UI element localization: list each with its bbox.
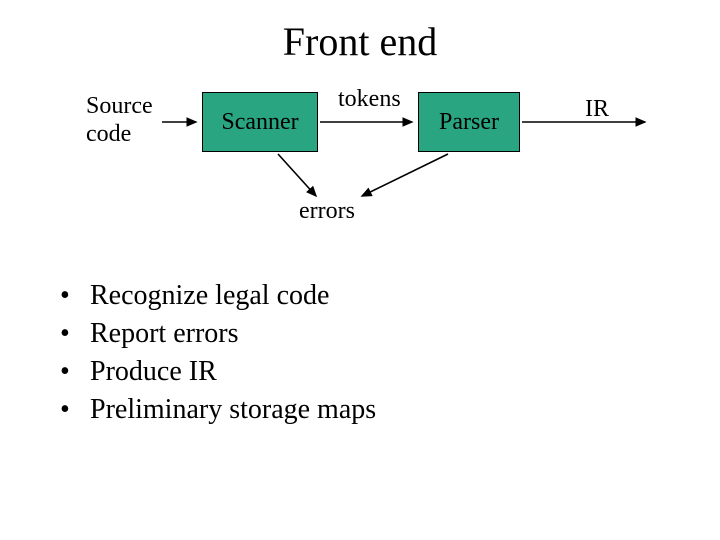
list-item: • Preliminary storage maps (60, 394, 376, 426)
errors-label: errors (299, 198, 355, 225)
list-item: • Recognize legal code (60, 280, 376, 312)
source-code-label-line1: Source (86, 93, 153, 121)
scanner-box: Scanner (202, 92, 318, 152)
slide-title: Front end (0, 18, 720, 65)
source-code-label: Source code (86, 93, 153, 148)
ir-label: IR (585, 96, 609, 123)
bullet-dot-icon: • (60, 394, 90, 426)
slide: Front end Source code Scanner tokens Par… (0, 0, 720, 540)
bullet-list: • Recognize legal code • Report errors •… (60, 280, 376, 432)
bullet-dot-icon: • (60, 356, 90, 388)
bullet-text: Produce IR (90, 356, 217, 388)
tokens-label: tokens (338, 86, 401, 113)
bullet-dot-icon: • (60, 280, 90, 312)
bullet-text: Preliminary storage maps (90, 394, 376, 426)
list-item: • Produce IR (60, 356, 376, 388)
arrow-scanner-to-errors (278, 154, 316, 196)
source-code-label-line2: code (86, 121, 153, 149)
bullet-dot-icon: • (60, 318, 90, 350)
scanner-box-label: Scanner (221, 109, 298, 136)
bullet-text: Recognize legal code (90, 280, 329, 312)
diagram-arrows (0, 0, 720, 540)
parser-box: Parser (418, 92, 520, 152)
arrow-parser-to-errors (362, 154, 448, 196)
bullet-text: Report errors (90, 318, 239, 350)
list-item: • Report errors (60, 318, 376, 350)
parser-box-label: Parser (439, 109, 499, 136)
